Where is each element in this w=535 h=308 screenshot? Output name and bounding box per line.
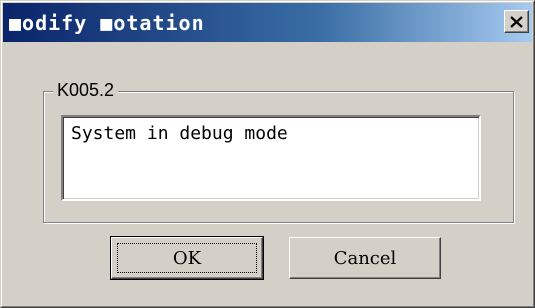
close-button[interactable] (504, 10, 529, 33)
cancel-button[interactable]: Cancel (289, 237, 441, 279)
modify-notation-dialog: ■odify ■otation K005.2 System in debug m… (0, 0, 535, 308)
groupbox-label: K005.2 (53, 79, 119, 101)
notation-text-field[interactable]: System in debug mode (61, 115, 481, 201)
ok-button[interactable]: OK (110, 236, 264, 280)
cancel-button-label: Cancel (333, 247, 397, 269)
title-bar[interactable]: ■odify ■otation (3, 3, 532, 42)
ok-button-focus-rect: OK (117, 243, 257, 273)
dialog-title: ■odify ■otation (9, 10, 205, 35)
close-icon (510, 15, 523, 28)
ok-button-label: OK (172, 247, 202, 269)
